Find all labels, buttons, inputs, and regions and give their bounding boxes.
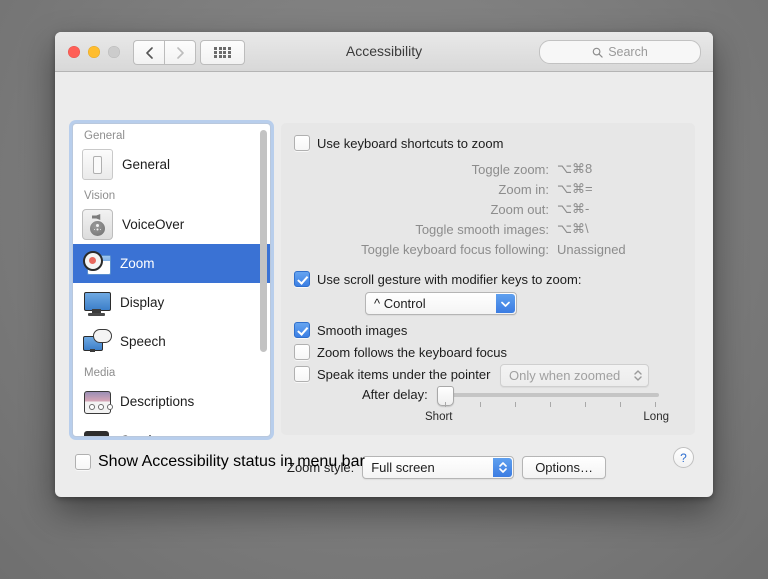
smooth-images-checkbox[interactable]: Smooth images <box>294 322 407 338</box>
chevron-up-down-icon <box>628 366 647 385</box>
checkbox-box <box>75 454 91 470</box>
sidebar-item-speech[interactable]: Speech <box>73 322 270 361</box>
after-delay-label: After delay: <box>362 387 428 402</box>
sidebar-group-general: General <box>84 130 125 142</box>
slider-track <box>437 386 659 406</box>
speak-items-value: Only when zoomed <box>509 368 621 383</box>
category-list[interactable]: General General Vision VoiceOver Zoom Di… <box>72 123 271 437</box>
help-button[interactable]: ? <box>673 447 694 468</box>
checkbox-label: Smooth images <box>317 322 408 338</box>
sidebar-item-general[interactable]: General <box>73 145 270 184</box>
checkbox-box <box>294 366 310 382</box>
sidebar-item-voiceover[interactable]: VoiceOver <box>73 205 270 244</box>
sidebar-item-label: Display <box>120 295 165 310</box>
descriptions-icon <box>82 387 113 416</box>
zoom-settings-panel: Use keyboard shortcuts to zoom Toggle zo… <box>281 123 695 479</box>
sidebar-item-label: Zoom <box>120 256 155 271</box>
zoom-options-button[interactable]: Options… <box>522 456 606 479</box>
speech-icon <box>82 327 112 356</box>
checkbox-label: Speak items under the pointer <box>317 366 491 382</box>
checkbox-label: Use scroll gesture with modifier keys to… <box>317 271 582 287</box>
window-content: General General Vision VoiceOver Zoom Di… <box>55 72 713 497</box>
shortcut-value: ⌥⌘- <box>557 201 590 216</box>
zoom-style-value: Full screen <box>371 460 435 475</box>
show-accessibility-status-checkbox[interactable]: Show Accessibility status in menu bar <box>75 453 365 471</box>
zoom-icon <box>82 249 111 278</box>
captions-icon <box>82 426 111 436</box>
shortcut-label: Toggle smooth images: <box>415 221 549 237</box>
shortcut-row: Toggle zoom: ⌥⌘8 <box>281 159 695 179</box>
use-keyboard-shortcuts-checkbox[interactable]: Use keyboard shortcuts to zoom <box>294 135 503 151</box>
sidebar-item-zoom[interactable]: Zoom <box>73 244 270 283</box>
chevron-down-icon <box>496 294 515 313</box>
sidebar-item-label: Descriptions <box>120 394 195 409</box>
search-input[interactable]: Search <box>539 40 701 64</box>
sidebar-item-display[interactable]: Display <box>73 283 270 322</box>
shortcut-row: Toggle keyboard focus following: Unassig… <box>281 239 695 259</box>
search-icon <box>592 47 603 58</box>
speak-items-popup: Only when zoomed <box>500 364 650 387</box>
after-delay-slider[interactable]: Short Long <box>425 386 669 423</box>
checkbox-box <box>294 322 310 338</box>
checkbox-label: Show Accessibility status in menu bar <box>98 453 365 470</box>
checkbox-label: Zoom follows the keyboard focus <box>317 344 508 360</box>
shortcut-value: ⌥⌘= <box>557 181 593 196</box>
slider-ticks <box>443 402 659 409</box>
sidebar-group-vision: Vision <box>84 190 116 202</box>
shortcut-label: Zoom in: <box>498 181 549 197</box>
sidebar-item-label: General <box>122 157 171 172</box>
checkbox-box <box>294 135 310 151</box>
sidebar-group-media: Media <box>84 367 116 379</box>
chevron-up-down-icon <box>493 458 513 477</box>
shortcut-label: Toggle zoom: <box>471 161 549 177</box>
use-scroll-gesture-checkbox[interactable]: Use scroll gesture with modifier keys to… <box>294 271 581 287</box>
sidebar-item-label: VoiceOver <box>122 217 185 232</box>
zoom-style-popup[interactable]: Full screen <box>362 456 515 479</box>
sidebar-item-captions[interactable]: Captions <box>73 421 270 436</box>
shortcut-row: Zoom out: ⌥⌘- <box>281 199 695 219</box>
sidebar-item-label: Captions <box>120 433 173 436</box>
sidebar-scrollbar[interactable] <box>260 130 267 352</box>
checkbox-box <box>294 271 310 287</box>
zoom-follows-focus-checkbox[interactable]: Zoom follows the keyboard focus <box>294 344 507 360</box>
speak-items-under-pointer-checkbox[interactable]: Speak items under the pointer <box>294 366 490 382</box>
shortcut-value: ⌥⌘8 <box>557 161 593 176</box>
shortcut-value: ⌥⌘\ <box>557 221 589 236</box>
sidebar-item-descriptions[interactable]: Descriptions <box>73 382 270 421</box>
display-icon <box>82 288 111 317</box>
voiceover-icon <box>82 209 113 240</box>
general-icon <box>82 149 113 180</box>
category-list-scroll: General General Vision VoiceOver Zoom Di… <box>73 124 270 436</box>
search-placeholder: Search <box>608 45 648 59</box>
modifier-key-popup[interactable]: ^ Control <box>365 292 517 315</box>
window-titlebar: Accessibility Search <box>55 32 713 72</box>
shortcut-label: Zoom out: <box>490 201 549 217</box>
sidebar-item-label: Speech <box>120 334 166 349</box>
shortcut-value: Unassigned <box>557 241 626 257</box>
checkbox-label: Use keyboard shortcuts to zoom <box>317 135 504 151</box>
shortcut-label: Toggle keyboard focus following: <box>361 241 549 257</box>
slider-min-label: Short <box>425 411 453 423</box>
checkbox-box <box>294 344 310 360</box>
shortcut-row: Toggle smooth images: ⌥⌘\ <box>281 219 695 239</box>
modifier-key-value: ^ Control <box>374 296 426 311</box>
shortcut-list: Toggle zoom: ⌥⌘8 Zoom in: ⌥⌘= Zoom out: … <box>281 159 695 259</box>
shortcut-row: Zoom in: ⌥⌘= <box>281 179 695 199</box>
slider-max-label: Long <box>643 411 669 423</box>
accessibility-preferences-window: Accessibility Search General General Vis… <box>55 32 713 497</box>
